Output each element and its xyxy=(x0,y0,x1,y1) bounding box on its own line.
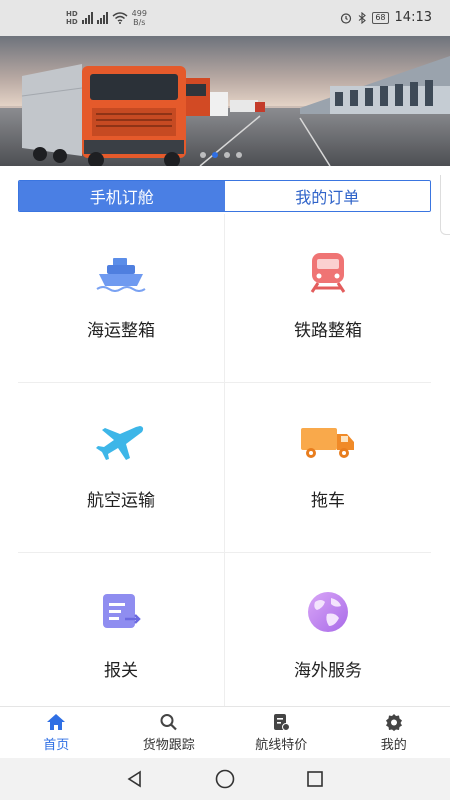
tab-my-orders[interactable]: 我的订单 xyxy=(224,181,430,211)
tab-mobile-booking[interactable]: 手机订舱 xyxy=(19,181,225,211)
nav-label: 货物跟踪 xyxy=(142,737,195,753)
nav-label: 航线特价 xyxy=(255,737,308,753)
ship-icon xyxy=(93,250,149,294)
service-label: 报关 xyxy=(104,661,138,681)
globe-icon xyxy=(300,590,356,634)
status-time: 14:13 xyxy=(394,10,432,25)
trucks-banner-image xyxy=(0,36,450,166)
alarm-icon xyxy=(341,12,352,24)
profile-gear-icon xyxy=(385,713,402,731)
signal-1-icon xyxy=(81,12,93,24)
carousel-dot[interactable] xyxy=(224,152,230,158)
service-grid: 海运整箱 铁路整箱 航空运输 拖车 报关 海外服务 xyxy=(18,214,431,706)
service-rail-container[interactable]: 铁路整箱 xyxy=(225,214,431,384)
recent-apps-icon[interactable] xyxy=(305,769,325,789)
nav-label: 首页 xyxy=(43,737,70,753)
truck-icon xyxy=(300,420,356,464)
speed-value: 499 xyxy=(131,9,147,18)
bluetooth-icon xyxy=(358,11,367,24)
bottom-navigation: 首页 货物跟踪 航线特价 我的 xyxy=(0,706,450,758)
service-label: 海外服务 xyxy=(294,661,362,681)
route-price-icon xyxy=(274,713,291,731)
service-customs[interactable]: 报关 xyxy=(18,554,224,724)
carousel-indicator xyxy=(200,152,242,158)
nav-home[interactable]: 首页 xyxy=(0,707,113,758)
train-icon xyxy=(300,250,356,294)
carousel-dot-active[interactable] xyxy=(212,152,218,158)
status-right: 68 14:13 xyxy=(340,10,432,25)
network-label-1: HD xyxy=(66,10,78,18)
nav-label: 我的 xyxy=(380,737,407,753)
service-air-transport[interactable]: 航空运输 xyxy=(18,384,224,554)
banner-carousel[interactable] xyxy=(0,36,450,166)
nav-cargo-tracking[interactable]: 货物跟踪 xyxy=(113,707,226,758)
back-icon[interactable] xyxy=(125,769,145,789)
nav-profile[interactable]: 我的 xyxy=(338,707,450,758)
wifi-icon xyxy=(112,12,128,24)
search-icon xyxy=(160,713,177,730)
status-left: HD HD 499 B/s xyxy=(66,9,147,27)
speed-unit: B/s xyxy=(133,18,146,27)
home-circle-icon[interactable] xyxy=(214,768,236,790)
battery-indicator: 68 xyxy=(372,11,389,24)
network-label-2: HD xyxy=(66,18,78,26)
network-speed: 499 B/s xyxy=(132,9,147,27)
side-scroll-edge xyxy=(440,175,450,235)
airplane-icon xyxy=(93,420,149,464)
service-trucking[interactable]: 拖车 xyxy=(225,384,431,554)
carousel-dot[interactable] xyxy=(200,152,206,158)
service-label: 航空运输 xyxy=(87,491,155,511)
system-navigation-bar xyxy=(0,758,450,800)
nav-route-specials[interactable]: 航线特价 xyxy=(225,707,338,758)
home-icon xyxy=(47,713,66,730)
booking-tabs: 手机订舱 我的订单 xyxy=(18,180,431,212)
customs-document-icon xyxy=(93,590,149,634)
service-overseas[interactable]: 海外服务 xyxy=(225,554,431,724)
status-bar: HD HD 499 B/s 68 14:13 xyxy=(0,0,450,36)
carousel-dot[interactable] xyxy=(236,152,242,158)
network-type-indicator: HD HD xyxy=(66,10,78,26)
service-label: 拖车 xyxy=(311,491,345,511)
signal-2-icon xyxy=(96,12,108,24)
service-sea-container[interactable]: 海运整箱 xyxy=(18,214,224,384)
service-label: 铁路整箱 xyxy=(294,321,362,341)
service-label: 海运整箱 xyxy=(87,321,155,341)
